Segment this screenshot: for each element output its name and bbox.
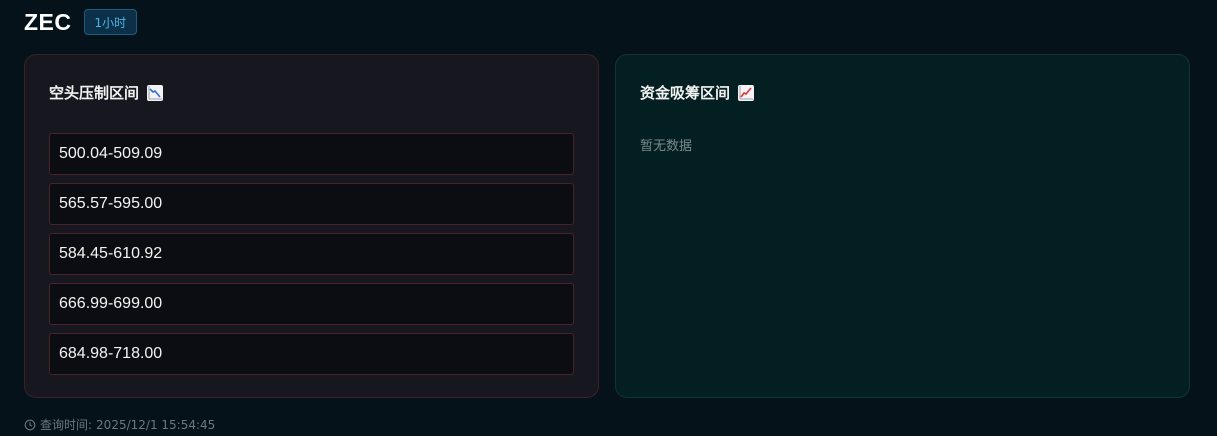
- short-panel-title: 空头压制区间: [49, 84, 140, 102]
- empty-state-text: 暂无数据: [640, 139, 693, 154]
- chart-decreasing-icon: [147, 84, 164, 101]
- zone-item[interactable]: 684.98-718.00: [49, 333, 574, 375]
- short-pressure-panel: 空头压制区间 500.04-509.09 565.57-595.00 584.4…: [24, 54, 599, 398]
- long-panel-header: 资金吸筹区间: [640, 82, 755, 103]
- chart-increasing-icon: [738, 84, 755, 101]
- query-time-value: 2025/12/1 15:54:45: [96, 417, 216, 432]
- capital-accumulation-panel: 资金吸筹区间 暂无数据: [615, 54, 1190, 398]
- zone-item[interactable]: 565.57-595.00: [49, 183, 574, 225]
- query-time-label: 查询时间:: [40, 418, 93, 432]
- timeframe-badge[interactable]: 1小时: [83, 9, 138, 35]
- symbol-title: ZEC: [24, 8, 72, 35]
- page-header: ZEC 1小时: [24, 7, 138, 37]
- query-time-footer: 查询时间: 2025/12/1 15:54:45: [24, 416, 215, 433]
- short-zone-list: 500.04-509.09 565.57-595.00 584.45-610.9…: [49, 133, 574, 383]
- clock-icon: [24, 419, 36, 431]
- short-panel-header: 空头压制区间: [49, 82, 164, 103]
- zone-item[interactable]: 500.04-509.09: [49, 133, 574, 175]
- zone-item[interactable]: 666.99-699.00: [49, 283, 574, 325]
- zone-item[interactable]: 584.45-610.92: [49, 233, 574, 275]
- long-panel-title: 资金吸筹区间: [640, 84, 731, 102]
